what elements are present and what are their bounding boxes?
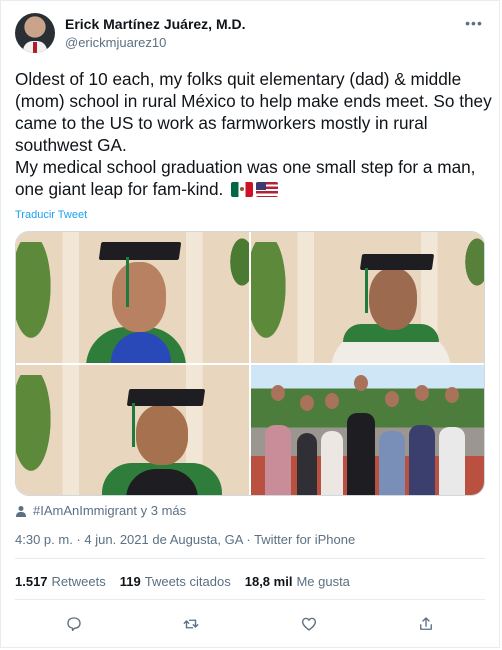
quotes-count: 119 bbox=[119, 574, 141, 589]
mother-tassel bbox=[365, 268, 368, 313]
hashtags-text: #IAmAnImmigrant y 3 más bbox=[33, 503, 187, 518]
us-flag-icon bbox=[256, 182, 279, 197]
divider bbox=[15, 558, 485, 559]
family-member-head bbox=[354, 374, 368, 391]
family-member-head bbox=[300, 394, 314, 411]
photo-graduate-mother[interactable] bbox=[251, 232, 484, 363]
reply-icon bbox=[67, 617, 81, 632]
tweet-time[interactable]: 4:30 p. m. bbox=[15, 532, 73, 547]
mexico-flag-icon bbox=[231, 182, 254, 197]
family-member bbox=[439, 427, 465, 495]
mother-cap bbox=[359, 254, 435, 270]
tweet-actions bbox=[15, 613, 485, 635]
tweet-meta: 4:30 p. m. · 4 jun. 2021 de Augusta, GA … bbox=[15, 532, 355, 547]
family-member-head bbox=[325, 392, 339, 409]
retweet-icon bbox=[183, 619, 199, 629]
avatar[interactable] bbox=[15, 13, 55, 53]
retweet-button[interactable] bbox=[180, 613, 202, 635]
family-member bbox=[379, 431, 405, 495]
photo-family-group[interactable] bbox=[251, 364, 484, 495]
media-grid bbox=[15, 231, 485, 496]
family-member-head bbox=[415, 384, 429, 401]
person-icon bbox=[16, 505, 26, 517]
graduate-cap bbox=[98, 242, 182, 260]
hashtags-row[interactable]: #IAmAnImmigrant y 3 más bbox=[15, 503, 186, 518]
quotes-label: Tweets citados bbox=[144, 574, 231, 589]
author-handle[interactable]: @erickmjuarez10 bbox=[65, 35, 166, 50]
retweets-stat[interactable]: 1.517 Retweets bbox=[15, 574, 106, 589]
tweet-header: Erick Martínez Juárez, M.D. @erickmjuare… bbox=[15, 13, 487, 55]
tweet-text-content: Oldest of 10 each, my folks quit element… bbox=[15, 69, 492, 199]
family-member bbox=[265, 425, 291, 495]
photo-tree bbox=[251, 242, 291, 352]
avatar-tie bbox=[33, 42, 37, 53]
likes-stat[interactable]: 18,8 mil Me gusta bbox=[245, 574, 350, 589]
photo-tree bbox=[462, 232, 484, 292]
mother-head bbox=[369, 268, 417, 330]
likes-label: Me gusta bbox=[296, 574, 350, 589]
retweets-label: Retweets bbox=[51, 574, 106, 589]
family-member-graduate bbox=[347, 413, 375, 495]
tweet-date-place[interactable]: 4 jun. 2021 de Augusta, GA bbox=[84, 532, 242, 547]
father-tassel bbox=[132, 402, 135, 447]
photo-tree bbox=[227, 232, 249, 292]
family-member bbox=[297, 433, 317, 495]
family-member bbox=[321, 431, 343, 495]
tweet-source[interactable]: Twitter for iPhone bbox=[254, 532, 355, 547]
quotes-stat[interactable]: 119 Tweets citados bbox=[120, 574, 231, 589]
share-icon bbox=[420, 617, 433, 630]
tweet-text: Oldest of 10 each, my folks quit element… bbox=[15, 68, 493, 200]
likes-count: 18,8 mil bbox=[244, 574, 293, 589]
share-button[interactable] bbox=[415, 613, 437, 635]
reply-button[interactable] bbox=[63, 613, 85, 635]
retweets-count: 1.517 bbox=[15, 574, 48, 589]
family-member-head bbox=[385, 390, 399, 407]
heart-icon bbox=[301, 617, 316, 631]
author-name[interactable]: Erick Martínez Juárez, M.D. bbox=[65, 16, 246, 32]
meta-separator: · bbox=[246, 532, 251, 547]
graduate-head bbox=[112, 262, 166, 332]
divider bbox=[15, 599, 485, 600]
family-member bbox=[409, 425, 435, 495]
tweet-stats: 1.517 Retweets 119 Tweets citados 18,8 mil… bbox=[15, 574, 350, 589]
photo-graduate-son[interactable] bbox=[16, 232, 249, 363]
father-cap bbox=[126, 388, 206, 406]
photo-graduate-father[interactable] bbox=[16, 364, 249, 495]
photo-tree bbox=[16, 374, 56, 485]
father-head bbox=[136, 404, 188, 465]
family-member-head bbox=[445, 386, 459, 403]
tweet-card: Erick Martínez Juárez, M.D. @erickmjuare… bbox=[0, 0, 500, 648]
like-button[interactable] bbox=[298, 613, 320, 635]
family-member-head bbox=[271, 384, 285, 401]
more-icon[interactable]: ••• bbox=[461, 15, 487, 35]
meta-separator: · bbox=[76, 532, 81, 547]
graduate-tassel bbox=[126, 257, 129, 307]
translate-link[interactable]: Traducir Tweet bbox=[15, 209, 87, 221]
photo-tree bbox=[16, 242, 56, 352]
